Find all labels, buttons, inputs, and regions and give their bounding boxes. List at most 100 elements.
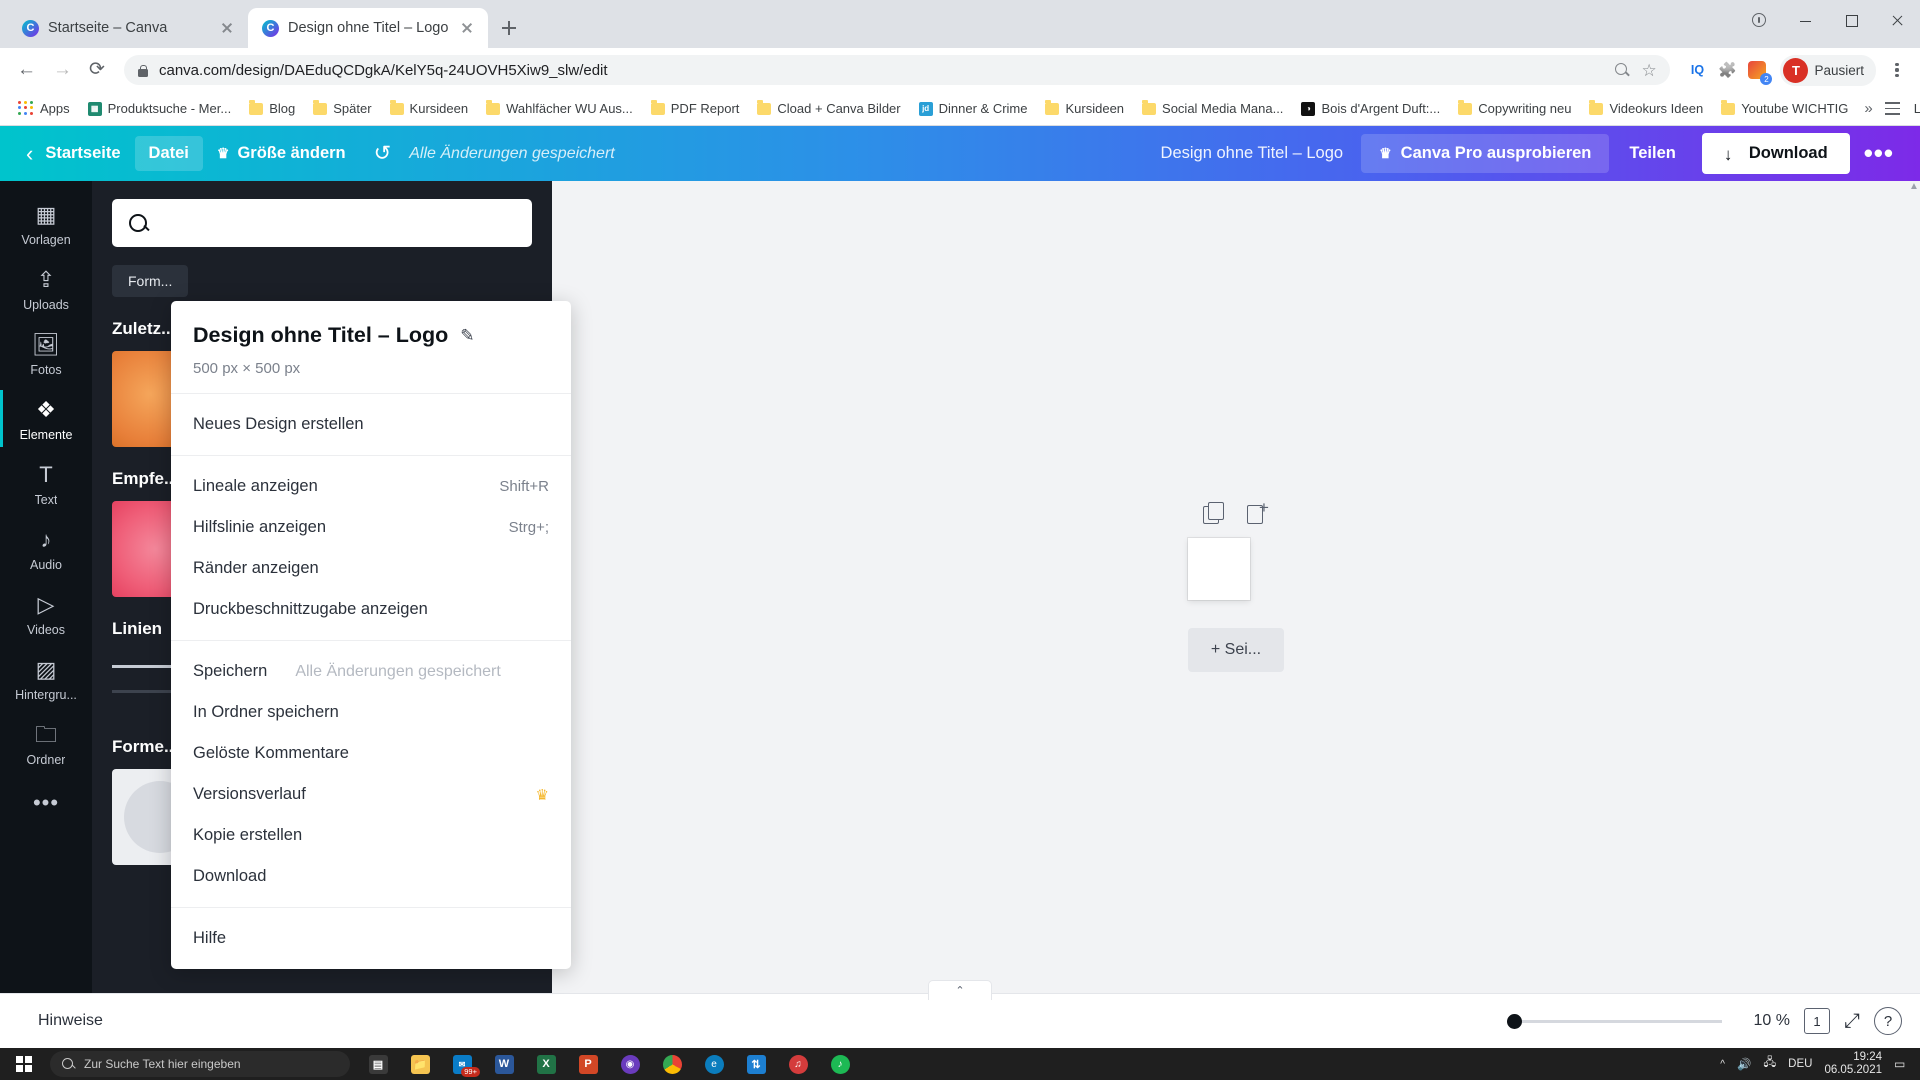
bookmark-star-icon[interactable] [1641,62,1658,79]
bookmark-cload-canva[interactable]: Cload + Canva Bilder [749,97,908,120]
minimize-button[interactable] [1782,0,1828,40]
menu-item-versionsverlauf[interactable]: Versionsverlauf ♛ [171,774,571,815]
sidebar-item-vorlagen[interactable]: ▦ Vorlagen [0,191,92,256]
share-button[interactable]: Teilen [1609,134,1695,173]
extension-indicator-icon[interactable] [1736,0,1782,40]
bookmark-spaeter[interactable]: Später [305,97,379,120]
sidebar-item-elemente[interactable]: ❖ Elemente [0,386,92,451]
canva-pro-button[interactable]: ♛ Canva Pro ausprobieren [1361,134,1610,173]
powerpoint-button[interactable]: P [568,1048,608,1080]
back-button[interactable] [8,53,42,87]
color-extension-icon[interactable]: 2 [1744,57,1773,85]
more-options-button[interactable]: ••• [1850,138,1908,169]
add-page-icon[interactable] [1247,499,1269,524]
menu-item-raender-anzeigen[interactable]: Ränder anzeigen [171,548,571,589]
close-tab-icon[interactable] [218,19,236,37]
bookmark-blog[interactable]: Blog [241,97,303,120]
volume-icon[interactable]: 🔊 [1737,1057,1751,1071]
network-icon[interactable]: 🖧 [1763,1055,1776,1074]
forward-button[interactable] [44,53,78,87]
mail-button[interactable]: ✉ 99+ [442,1048,482,1080]
sidebar-item-audio[interactable]: ♪ Audio [0,516,92,581]
task-view-button[interactable]: ▤ [358,1048,398,1080]
zoom-slider-track[interactable] [1522,1019,1722,1023]
start-button[interactable] [0,1048,48,1080]
bookmark-pdf-report[interactable]: PDF Report [643,97,748,120]
address-bar[interactable]: canva.com/design/DAEduQCDgkA/KelY5q-24UO… [124,55,1671,85]
taskbar-search[interactable]: Zur Suche Text hier eingeben [50,1051,350,1077]
zoom-icon[interactable] [1614,62,1631,79]
new-tab-button[interactable] [494,13,524,43]
bookmark-social-media[interactable]: Social Media Mana... [1134,97,1291,120]
bookmark-wahlfaecher[interactable]: Wahlfächer WU Aus... [478,97,641,120]
menu-item-druckbeschnittzugabe[interactable]: Druckbeschnittzugabe anzeigen [171,589,571,630]
sidebar-item-text[interactable]: T Text [0,451,92,516]
bookmark-copywriting[interactable]: Copywriting neu [1450,97,1579,120]
bookmark-videokurs[interactable]: Videokurs Ideen [1581,97,1711,120]
canvas-scrollbar[interactable]: ▲ [1908,181,1920,993]
reload-button[interactable] [80,53,114,87]
bookmark-dinner-crime[interactable]: jd Dinner & Crime [911,97,1036,120]
menu-item-geloeste-kommentare[interactable]: Gelöste Kommentare [171,733,571,774]
sidebar-item-ordner[interactable]: 🗀 Ordner [0,711,92,776]
zoom-slider-handle[interactable] [1507,1013,1522,1029]
chrome-button[interactable] [652,1048,692,1080]
help-button[interactable]: ? [1874,1007,1902,1035]
bookmark-bois-dargent[interactable]: ◑ Bois d'Argent Duft:... [1293,97,1448,120]
collapse-panel-button[interactable]: ⌃ [928,980,992,1000]
bookmarks-overflow-icon[interactable]: » [1858,100,1878,117]
filter-chip-formen[interactable]: Form... [112,265,189,297]
search-input[interactable] [161,214,516,232]
notes-button[interactable]: Hinweise [18,1012,103,1030]
bookmark-produktsuche[interactable]: ▦ Produktsuche - Mer... [80,97,240,120]
menu-item-lineale-anzeigen[interactable]: Lineale anzeigen Shift+R [171,466,571,507]
undo-button[interactable]: ↺ [360,135,406,172]
page-count-button[interactable]: 1 [1804,1008,1830,1034]
sidebar-item-uploads[interactable]: ⇪ Uploads [0,256,92,321]
reading-list-label[interactable]: Leseliste [1906,97,1920,120]
browser-tab-1[interactable]: C Startseite – Canva [8,8,248,48]
menu-item-in-ordner-speichern[interactable]: In Ordner speichern [171,692,571,733]
edge-button[interactable]: e [694,1048,734,1080]
bookmark-kursideen-2[interactable]: Kursideen [1037,97,1132,120]
canvas-area[interactable]: + Sei... ▲ [552,181,1920,993]
spotify-button[interactable]: ♪ [820,1048,860,1080]
browser-tab-2[interactable]: C Design ohne Titel – Logo [248,8,488,48]
profile-chip[interactable]: T Pausiert [1780,54,1876,86]
menu-item-kopie-erstellen[interactable]: Kopie erstellen [171,815,571,856]
excel-button[interactable]: X [526,1048,566,1080]
sidebar-item-fotos[interactable]: 🖼 Fotos [0,321,92,386]
panel-search-box[interactable] [112,199,532,247]
add-page-button[interactable]: + Sei... [1188,628,1284,672]
maximize-button[interactable] [1828,0,1874,40]
menu-item-download[interactable]: Download [171,856,571,897]
media-button[interactable]: ◉ [610,1048,650,1080]
download-button[interactable]: Download [1701,133,1850,174]
bookmark-youtube[interactable]: Youtube WICHTIG [1713,97,1856,120]
edit-pencil-icon[interactable]: ✎ [460,326,474,346]
transfer-button[interactable]: ⇅ [736,1048,776,1080]
fullscreen-icon[interactable]: ⤢ [1844,1010,1860,1033]
notifications-icon[interactable] [1894,1057,1908,1071]
word-button[interactable]: W [484,1048,524,1080]
sound-button[interactable]: ♫ [778,1048,818,1080]
clock[interactable]: 19:24 06.05.2021 [1824,1051,1882,1077]
sidebar-item-videos[interactable]: ▷ Videos [0,581,92,646]
close-tab-icon[interactable] [458,19,476,37]
bookmark-apps[interactable]: Apps [10,97,78,121]
scroll-up-icon[interactable]: ▲ [1908,181,1920,195]
chrome-menu-icon[interactable] [1882,53,1912,87]
menu-item-speichern[interactable]: Speichern Alle Änderungen gespeichert [171,651,571,692]
sidebar-more-button[interactable]: ••• [33,790,59,816]
design-page[interactable] [1188,538,1250,600]
sidebar-item-hintergrund[interactable]: ▨ Hintergru... [0,646,92,711]
design-title[interactable]: Design ohne Titel – Logo [1143,144,1362,163]
zoom-slider[interactable] [1507,1013,1722,1029]
close-window-button[interactable] [1874,0,1920,40]
home-button[interactable]: ‹ Startseite [12,133,135,175]
file-menu-button[interactable]: Datei [134,136,203,171]
file-explorer-button[interactable]: 📁 [400,1048,440,1080]
language-indicator[interactable]: DEU [1788,1058,1812,1070]
menu-item-neues-design[interactable]: Neues Design erstellen [171,404,571,445]
bookmark-kursideen-1[interactable]: Kursideen [382,97,477,120]
